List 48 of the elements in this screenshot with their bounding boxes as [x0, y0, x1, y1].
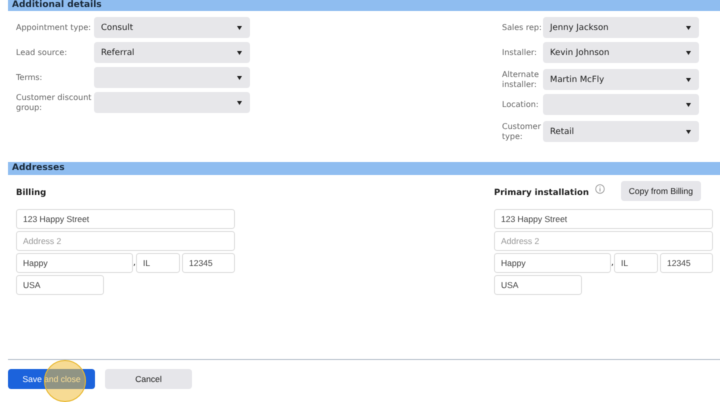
zip-field[interactable]: 12345 [660, 253, 713, 273]
field-label: Appointment type: [16, 22, 92, 33]
caret-icon [686, 78, 691, 82]
caret-icon [686, 26, 691, 30]
dropdown[interactable]: Kevin Johnson [543, 42, 699, 64]
separator: , [611, 258, 614, 268]
field-label: Lead source: [16, 48, 68, 58]
address-field[interactable]: Address 2 [494, 231, 713, 251]
caret-icon [237, 26, 242, 30]
dropdown[interactable] [94, 67, 250, 88]
field-label: Location: [502, 100, 540, 110]
city-field[interactable]: Happy [16, 253, 133, 273]
dropdown[interactable] [94, 92, 250, 114]
section-header: Addresses [8, 162, 720, 175]
dropdown[interactable]: Referral [94, 42, 250, 64]
city-field[interactable]: Happy [494, 253, 611, 273]
dropdown[interactable]: Retail [543, 121, 699, 142]
address-field[interactable]: Address 2 [16, 231, 235, 251]
caret-icon [686, 50, 691, 55]
section-header: Additional details [8, 0, 720, 11]
dropdown[interactable] [543, 94, 699, 116]
info-icon[interactable] [594, 184, 605, 194]
separator: , [133, 258, 136, 268]
field-label: Alternate installer: [502, 70, 540, 90]
caret-icon [237, 76, 242, 80]
field-label: Customer type: [502, 122, 542, 142]
caret-icon [686, 102, 691, 107]
dropdown[interactable]: Jenny Jackson [543, 17, 699, 38]
section-label: Billing [16, 188, 46, 198]
copy-button[interactable]: Copy from Billing [620, 181, 701, 201]
street-field[interactable]: 123 Happy Street [494, 209, 713, 229]
country-field[interactable]: USA [494, 275, 582, 295]
section-label: Primary installation [494, 188, 589, 198]
caret-icon [237, 50, 242, 55]
field-label: Terms: [16, 72, 44, 83]
country-field[interactable]: USA [16, 275, 104, 295]
cancel-button[interactable]: Cancel [105, 369, 192, 389]
dropdown[interactable]: Consult [94, 17, 250, 38]
street-field[interactable]: 123 Happy Street [16, 209, 235, 229]
zip-field[interactable]: 12345 [182, 253, 235, 273]
state-field[interactable]: IL [614, 253, 658, 273]
field-label: Sales rep: [502, 22, 543, 33]
field-label: Customer discount group: [16, 92, 92, 113]
dropdown[interactable]: Martin McFly [543, 69, 699, 90]
field-label: Installer: [502, 48, 538, 58]
caret-icon [237, 100, 242, 105]
state-field[interactable]: IL [136, 253, 180, 273]
caret-icon [686, 130, 691, 134]
